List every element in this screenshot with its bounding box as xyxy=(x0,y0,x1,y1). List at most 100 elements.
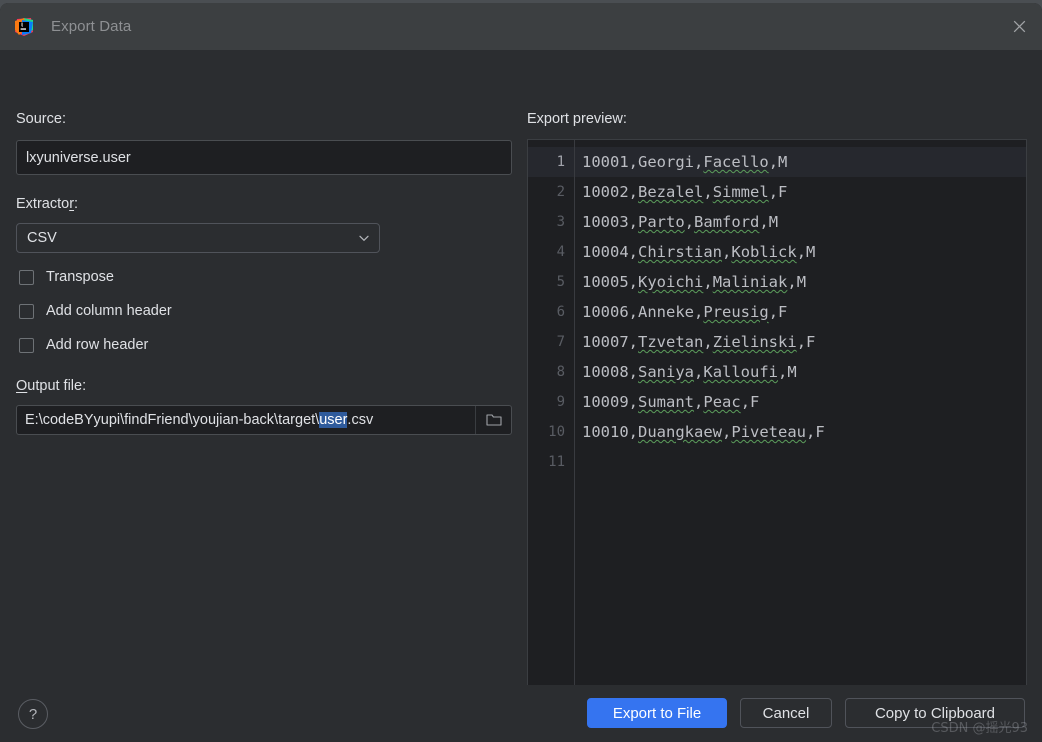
preview-cell: Facello xyxy=(703,153,769,171)
checkbox-label: Add row header xyxy=(46,337,149,353)
preview-cell: 10008 xyxy=(582,363,629,381)
preview-cell: Parto xyxy=(638,213,685,231)
copy-to-clipboard-button[interactable]: Copy to Clipboard xyxy=(845,698,1025,728)
preview-line: 10010,Duangkaew,Piveteau,F xyxy=(582,423,825,441)
preview-cell: F xyxy=(750,393,760,411)
preview-cell: 10010 xyxy=(582,423,629,441)
preview-cell: Sumant xyxy=(638,393,695,411)
preview-line xyxy=(575,447,1026,477)
cancel-button[interactable]: Cancel xyxy=(740,698,832,728)
intellij-idea-logo-icon: IJ xyxy=(14,17,34,37)
extractor-selected-value: CSV xyxy=(27,230,57,246)
checkbox-add-column-header[interactable]: Add column header xyxy=(19,301,172,321)
preview-line: 10008,Saniya,Kalloufi,M xyxy=(582,363,797,381)
output-path-prefix: E:\codeBYyupi\findFriend\youjian-back\ta… xyxy=(25,412,320,428)
preview-cell: Bamford xyxy=(694,213,760,231)
preview-cell: Koblick xyxy=(731,243,797,261)
preview-cell: M xyxy=(806,243,816,261)
checkbox-box xyxy=(19,337,34,353)
preview-cell: Bezalel xyxy=(638,183,704,201)
source-input[interactable]: lxyuniverse.user xyxy=(16,140,512,175)
preview-cell: 10009 xyxy=(582,393,629,411)
preview-line: 10009,Sumant,Peac,F xyxy=(582,393,760,411)
preview-cell: F xyxy=(815,423,825,441)
line-number: 2 xyxy=(556,184,565,200)
preview-cell: 10002 xyxy=(582,183,629,201)
line-number: 1 xyxy=(528,147,574,177)
preview-cell: Saniya xyxy=(638,363,695,381)
preview-cell: Duangkaew xyxy=(638,423,723,441)
preview-cell: 10006 xyxy=(582,303,629,321)
preview-cell: Chirstian xyxy=(638,243,723,261)
preview-cell: F xyxy=(806,333,816,351)
preview-line: 10006,Anneke,Preusig,F xyxy=(582,303,788,321)
output-file-label: Output file: xyxy=(16,378,87,394)
export-to-file-button[interactable]: Export to File xyxy=(587,698,727,728)
output-path-selection: user xyxy=(319,412,348,428)
preview-cell: F xyxy=(778,303,788,321)
preview-cell: M xyxy=(768,213,779,231)
output-path-suffix: .csv xyxy=(347,412,374,428)
export-preview-panel[interactable]: 1 2 3 4 5 6 7 8 9 10 11 10001,Georgi,Facello,M 1000… xyxy=(527,139,1027,733)
source-value: lxyuniverse.user xyxy=(26,149,131,166)
extractor-label: Extractor: xyxy=(16,196,79,212)
preview-cell: Kyoichi xyxy=(638,273,704,291)
preview-cell: Simmel xyxy=(712,183,769,201)
export-data-dialog: IJ Export Data Source: lxyuniverse.user … xyxy=(0,3,1042,742)
dialog-title: Export Data xyxy=(51,18,132,35)
preview-cell: 10005 xyxy=(582,273,629,291)
preview-line: 10003,Parto,Bamford,M xyxy=(582,213,779,231)
checkbox-transpose[interactable]: Transpose xyxy=(19,267,114,287)
preview-cell: 10007 xyxy=(582,333,629,351)
line-number: 10 xyxy=(548,424,565,440)
line-number: 7 xyxy=(556,334,565,350)
preview-cell: Maliniak xyxy=(712,273,788,291)
preview-code-area[interactable]: 10001,Georgi,Facello,M 10002,Bezalel,Simm… xyxy=(575,140,1026,732)
preview-cell: Kalloufi xyxy=(703,363,779,381)
dialog-body: Source: lxyuniverse.user Extractor: CSV … xyxy=(0,50,1042,733)
folder-icon[interactable] xyxy=(475,406,511,434)
line-number: 4 xyxy=(556,244,565,260)
preview-line: 10002,Bezalel,Simmel,F xyxy=(582,183,788,201)
checkbox-box xyxy=(19,269,34,285)
preview-cell: M xyxy=(796,273,807,291)
preview-cell: Peac xyxy=(703,393,741,411)
checkbox-box xyxy=(19,303,34,319)
preview-line: 10001,Georgi,Facello,M xyxy=(575,147,1026,177)
line-number: 8 xyxy=(556,364,565,380)
output-file-input[interactable]: E:\codeBYyupi\findFriend\youjian-back\ta… xyxy=(16,405,512,435)
line-number: 5 xyxy=(556,274,565,290)
line-number-gutter: 1 2 3 4 5 6 7 8 9 10 11 xyxy=(528,140,575,732)
source-label: Source: xyxy=(16,111,66,127)
close-icon[interactable] xyxy=(996,3,1042,50)
preview-cell: F xyxy=(778,183,788,201)
preview-cell: M xyxy=(778,153,788,171)
line-number: 6 xyxy=(556,304,565,320)
export-preview-label: Export preview: xyxy=(527,111,627,127)
line-number: 11 xyxy=(548,454,565,470)
preview-cell: 10004 xyxy=(582,243,629,261)
preview-cell: Preusig xyxy=(703,303,769,321)
preview-cell: 10003 xyxy=(582,213,629,231)
help-button[interactable]: ? xyxy=(18,699,48,729)
preview-cell: Tzvetan xyxy=(638,333,704,351)
extractor-select[interactable]: CSV xyxy=(16,223,380,253)
line-number: 3 xyxy=(556,214,565,230)
dialog-titlebar: IJ Export Data xyxy=(0,3,1042,50)
line-number: 9 xyxy=(556,394,565,410)
checkbox-label: Add column header xyxy=(46,303,172,319)
checkbox-add-row-header[interactable]: Add row header xyxy=(19,335,148,355)
preview-cell: Anneke xyxy=(638,303,695,321)
preview-line: 10007,Tzvetan,Zielinski,F xyxy=(582,333,816,351)
preview-cell: Zielinski xyxy=(712,333,797,351)
preview-line: 10004,Chirstian,Koblick,M xyxy=(582,243,816,261)
dialog-footer: ? Export to File Cancel Copy to Clipboar… xyxy=(0,685,1042,742)
svg-text:IJ: IJ xyxy=(21,22,24,28)
preview-cell: 10001 xyxy=(582,153,629,171)
preview-cell: Piveteau xyxy=(731,423,807,441)
preview-cell: Georgi xyxy=(638,153,695,171)
chevron-down-icon xyxy=(357,231,371,245)
checkbox-label: Transpose xyxy=(46,269,114,285)
preview-line: 10005,Kyoichi,Maliniak,M xyxy=(582,273,807,291)
preview-cell: M xyxy=(787,363,797,381)
